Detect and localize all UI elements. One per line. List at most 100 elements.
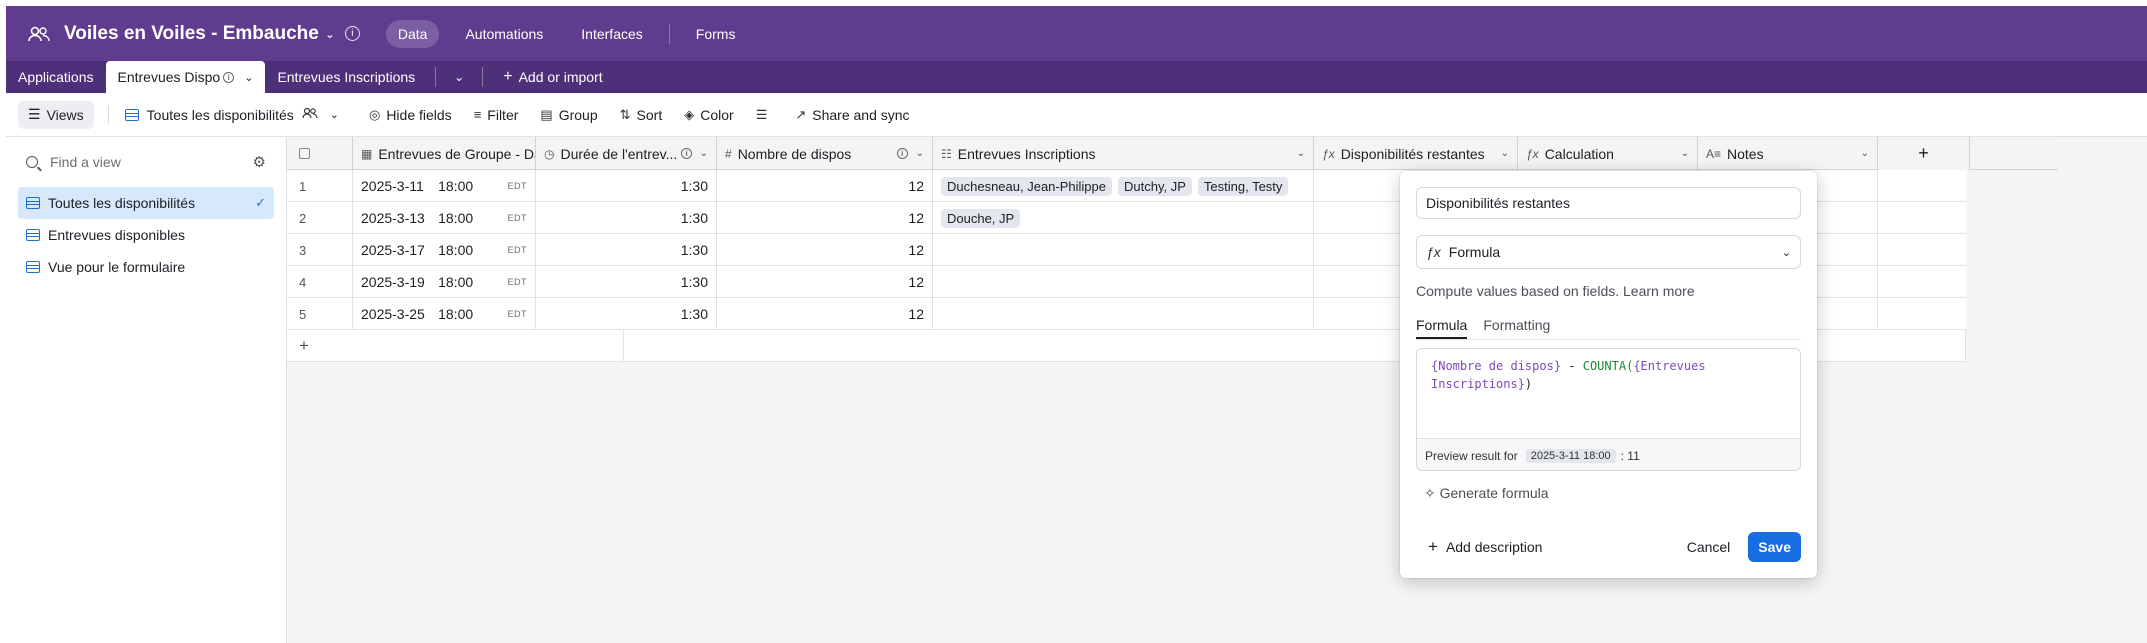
row-number[interactable]: 4	[287, 266, 353, 298]
column-header-notes[interactable]: A≡ Notes ⌄	[1698, 137, 1878, 170]
save-button[interactable]: Save	[1748, 532, 1801, 562]
tab-applications[interactable]: Applications	[6, 61, 106, 93]
sidebar-item-toutes[interactable]: Toutes les disponibilités ✓	[18, 187, 274, 219]
row-number[interactable]: 5	[287, 298, 353, 330]
info-icon[interactable]: i	[223, 71, 235, 83]
chevron-down-icon[interactable]: ⌄	[1681, 148, 1689, 159]
filter-button[interactable]: ≡ Filter	[474, 107, 519, 123]
tab-entrevues-dispo[interactable]: Entrevues Dispo i ⌄	[105, 61, 266, 93]
current-view-switcher[interactable]: Toutes les disponibilités ⌄	[124, 107, 339, 123]
date-value: 2025-3-17	[361, 242, 425, 258]
linked-record-icon: ☷	[941, 146, 952, 161]
linked-record-chip[interactable]: Testing, Testy	[1197, 176, 1289, 196]
duration-cell[interactable]: 1:30	[536, 234, 717, 266]
column-header-calculation[interactable]: ƒx Calculation ⌄	[1518, 137, 1698, 170]
search-input[interactable]: Find a view	[50, 154, 121, 170]
base-name[interactable]: Voiles en Voiles - Embauche	[64, 23, 319, 45]
duration-cell[interactable]: 1:30	[536, 266, 717, 298]
linked-record-chip[interactable]: Douche, JP	[941, 208, 1021, 228]
formula-editor: {Nombre de dispos} - COUNTA({Entrevues I…	[1416, 348, 1801, 471]
column-header-date[interactable]: ▦ Entrevues de Groupe - Date ⌄	[353, 137, 536, 170]
info-icon[interactable]: i	[344, 26, 360, 41]
tab-formula[interactable]: Formula	[1416, 317, 1468, 339]
cancel-button[interactable]: Cancel	[1687, 539, 1731, 555]
date-cell[interactable]: 2025-3-19 18:00 EDT	[353, 266, 536, 298]
plus-icon[interactable]: +	[287, 330, 624, 362]
select-all-checkbox-cell[interactable]	[287, 137, 353, 170]
column-header-duree[interactable]: ◷ Durée de l'entrev... i ⌄	[536, 137, 717, 170]
color-button[interactable]: ◈ Color	[684, 107, 733, 123]
column-header-inscriptions[interactable]: ☷ Entrevues Inscriptions ⌄	[933, 137, 1314, 170]
more-tables-dropdown[interactable]: ⌄	[444, 61, 474, 93]
app-header: Voiles en Voiles - Embauche ⌄ i Data Aut…	[6, 6, 2147, 61]
row-number[interactable]: 2	[287, 202, 353, 234]
info-icon[interactable]: i	[896, 148, 908, 159]
share-and-sync-button[interactable]: ↗ Share and sync	[795, 107, 909, 123]
linked-records-cell[interactable]	[933, 298, 1314, 330]
chevron-down-icon[interactable]: ⌄	[700, 148, 708, 159]
row-number[interactable]: 1	[287, 170, 353, 202]
duration-cell[interactable]: 1:30	[536, 170, 717, 202]
chevron-down-icon[interactable]: ⌄	[1297, 148, 1305, 159]
chevron-down-icon[interactable]: ⌄	[1501, 148, 1509, 159]
chevron-down-icon[interactable]: ⌄	[916, 148, 924, 159]
plus-icon: +	[1428, 537, 1438, 556]
group-button[interactable]: ▤ Group	[540, 107, 597, 123]
formula-close-paren: )	[1524, 377, 1533, 391]
linked-records-cell[interactable]	[933, 234, 1314, 266]
count-cell[interactable]: 12	[717, 202, 933, 234]
chevron-down-icon[interactable]: ⌄	[244, 71, 253, 84]
info-icon[interactable]: i	[681, 148, 693, 159]
tab-entrevues-inscriptions[interactable]: Entrevues Inscriptions	[265, 61, 427, 93]
row-number[interactable]: 3	[287, 234, 353, 266]
date-cell[interactable]: 2025-3-25 18:00 EDT	[353, 298, 536, 330]
formula-field-ref: Inscriptions}	[1431, 377, 1525, 391]
people-icon[interactable]	[26, 24, 52, 44]
column-header-nombre[interactable]: # Nombre de dispos i ⌄	[717, 137, 933, 170]
sort-button[interactable]: ⇅ Sort	[620, 107, 663, 123]
add-or-import-button[interactable]: + Add or import	[491, 61, 614, 93]
linked-record-chip[interactable]: Duchesneau, Jean-Philippe	[941, 176, 1112, 196]
checkbox[interactable]	[299, 148, 310, 159]
linked-records-cell[interactable]	[933, 266, 1314, 298]
generate-formula-button[interactable]: ✧ Generate formula	[1416, 485, 1801, 502]
hide-fields-button[interactable]: ◎ Hide fields	[369, 107, 452, 123]
count-cell[interactable]: 12	[717, 170, 933, 202]
date-cell[interactable]: 2025-3-11 18:00 EDT	[353, 170, 536, 202]
chevron-down-icon[interactable]: ⌄	[1861, 148, 1869, 159]
tab-formatting[interactable]: Formatting	[1483, 317, 1550, 339]
linked-record-chip[interactable]: Dutchy, JP	[1118, 176, 1192, 196]
formula-input[interactable]: {Nombre de dispos} - COUNTA({Entrevues I…	[1417, 349, 1800, 439]
views-button[interactable]: ☰ Views	[18, 100, 94, 129]
field-type-select[interactable]: ƒx Formula ⌄	[1416, 235, 1801, 269]
nav-automations[interactable]: Automations	[453, 20, 555, 48]
sidebar-item-entrevues[interactable]: Entrevues disponibles	[18, 219, 274, 251]
sidebar-item-formulaire[interactable]: Vue pour le formulaire	[18, 251, 274, 283]
count-cell[interactable]: 12	[717, 266, 933, 298]
column-header-disponibilites[interactable]: ƒx Disponibilités restantes ⌄	[1314, 137, 1518, 170]
linked-records-cell[interactable]: Duchesneau, Jean-Philippe Dutchy, JP Testi…	[933, 170, 1314, 202]
row-height-button[interactable]: ☰	[756, 107, 774, 123]
duration-cell[interactable]: 1:30	[536, 202, 717, 234]
add-description-button[interactable]: + Add description	[1416, 537, 1542, 557]
count-cell[interactable]: 12	[717, 298, 933, 330]
nav-forms[interactable]: Forms	[684, 20, 748, 48]
count-cell[interactable]: 12	[717, 234, 933, 266]
add-field-button[interactable]: +	[1878, 137, 1970, 170]
linked-records-cell[interactable]: Douche, JP	[933, 202, 1314, 234]
nav-divider	[668, 23, 670, 44]
gear-icon[interactable]: ⚙	[253, 153, 266, 171]
preview-record-chip[interactable]: 2025-3-11 18:00	[1525, 448, 1616, 463]
nav-interfaces[interactable]: Interfaces	[569, 20, 654, 48]
date-cell[interactable]: 2025-3-13 18:00 EDT	[353, 202, 536, 234]
row-height-icon: ☰	[755, 106, 768, 122]
nav-data[interactable]: Data	[385, 19, 440, 48]
field-name-input[interactable]: Disponibilités restantes	[1416, 187, 1801, 219]
date-cell[interactable]: 2025-3-17 18:00 EDT	[353, 234, 536, 266]
learn-more-link[interactable]: Learn more	[1623, 283, 1695, 299]
chevron-down-icon[interactable]: ⌄	[325, 27, 335, 41]
column-label: Nombre de dispos	[737, 145, 852, 162]
chevron-down-icon[interactable]: ⌄	[330, 108, 339, 121]
duration-cell[interactable]: 1:30	[536, 298, 717, 330]
menu-icon: ☰	[28, 106, 41, 122]
